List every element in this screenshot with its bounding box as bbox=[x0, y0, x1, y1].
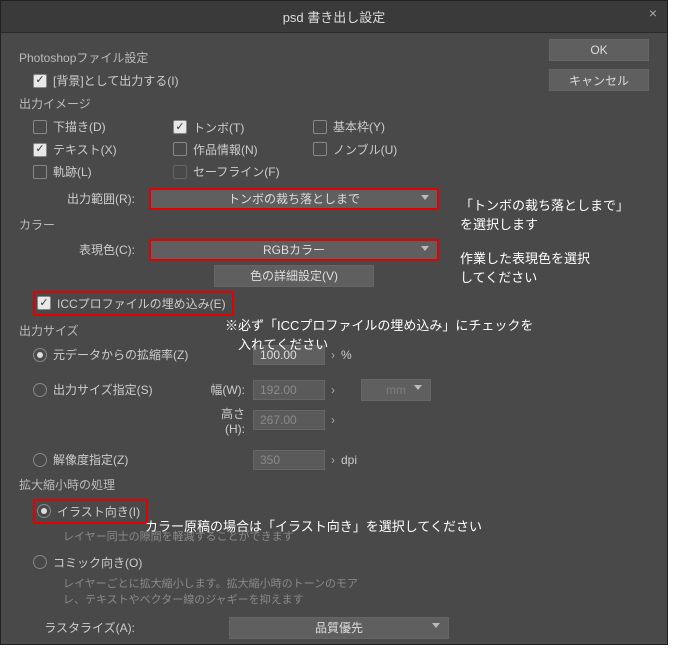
dialog-title: psd 書き出し設定 bbox=[283, 10, 386, 25]
annot-illust: カラー原稿の場合は「イラスト向き」を選択してください bbox=[145, 516, 482, 535]
check-icon bbox=[313, 142, 327, 156]
check-icon bbox=[37, 296, 51, 310]
checkbox-draft[interactable]: 下描き(D) bbox=[33, 118, 106, 135]
color-detail-button[interactable]: 色の詳細設定(V) bbox=[214, 265, 374, 287]
width-field: 192.00 bbox=[253, 380, 325, 400]
checkbox-safeline: セーフライン(F) bbox=[173, 163, 280, 180]
annot-color: 作業した表現色を選択 してください bbox=[460, 248, 590, 286]
checkbox-icc[interactable]: ICCプロファイルの埋め込み(E) bbox=[33, 291, 234, 316]
checkbox-tombo[interactable]: トンボ(T) bbox=[173, 119, 244, 136]
radio-outsize[interactable]: 出力サイズ指定(S) bbox=[33, 381, 203, 398]
annot-range: 「トンボの裁ち落としまで」 を選択します bbox=[460, 195, 629, 233]
dropdown-rasterize[interactable]: 品質優先 bbox=[229, 617, 449, 639]
checkbox-track[interactable]: 軌跡(L) bbox=[33, 163, 92, 180]
label-rep-color: 表現色(C): bbox=[19, 241, 149, 258]
comic-caption: レイヤーごとに拡大縮小します。拡大縮小時のトーンのモアレ、テキストやベクター線の… bbox=[63, 575, 363, 607]
dropdown-unit[interactable]: mm bbox=[361, 379, 431, 401]
chevron-down-icon bbox=[421, 246, 429, 251]
chevron-down-icon bbox=[414, 385, 422, 390]
checkbox-nombre[interactable]: ノンブル(U) bbox=[313, 141, 397, 158]
close-icon[interactable]: × bbox=[649, 5, 657, 21]
label-rasterize: ラスタライズ(A): bbox=[19, 619, 149, 636]
checkbox-text[interactable]: テキスト(X) bbox=[33, 141, 117, 158]
chevron-right-icon: › bbox=[331, 413, 335, 427]
radio-icon bbox=[33, 348, 47, 362]
dropdown-rep-color[interactable]: RGBカラー bbox=[149, 239, 439, 261]
group-scale-proc: 拡大縮小時の処理 bbox=[19, 476, 649, 493]
chevron-down-icon bbox=[421, 195, 429, 200]
checkbox-workinfo[interactable]: 作品情報(N) bbox=[173, 141, 258, 158]
group-psfile: Photoshopファイル設定 bbox=[19, 49, 649, 66]
radio-comic[interactable]: コミック向き(O) bbox=[33, 554, 142, 571]
radio-icon bbox=[37, 504, 51, 518]
radio-icon bbox=[33, 453, 47, 467]
check-icon bbox=[33, 143, 47, 157]
check-icon bbox=[313, 120, 327, 134]
checkbox-baseframe[interactable]: 基本枠(Y) bbox=[313, 118, 385, 135]
radio-resolution[interactable]: 解像度指定(Z) bbox=[33, 451, 253, 468]
check-icon bbox=[173, 120, 187, 134]
radio-illust[interactable]: イラスト向き(I) bbox=[33, 499, 148, 524]
height-field: 267.00 bbox=[253, 410, 325, 430]
annot-icc: ※必ず「ICCプロファイルの埋め込み」にチェックを 入れてください bbox=[225, 315, 533, 353]
check-icon bbox=[33, 74, 47, 88]
checkbox-bg-export[interactable]: [背景]として出力する(I) bbox=[33, 72, 179, 89]
chevron-right-icon: › bbox=[331, 383, 335, 397]
check-icon bbox=[173, 165, 187, 179]
radio-icon bbox=[33, 383, 47, 397]
resolution-field: 350 bbox=[253, 450, 325, 470]
chevron-down-icon bbox=[432, 623, 440, 628]
check-icon bbox=[33, 120, 47, 134]
label-export-range: 出力範囲(R): bbox=[19, 190, 149, 207]
dropdown-export-range[interactable]: トンボの裁ち落としまで bbox=[149, 188, 439, 210]
check-icon bbox=[173, 142, 187, 156]
chevron-right-icon: › bbox=[331, 453, 335, 467]
check-icon bbox=[33, 165, 47, 179]
radio-icon bbox=[33, 555, 47, 569]
group-export-image: 出力イメージ bbox=[19, 95, 649, 112]
titlebar: psd 書き出し設定 × bbox=[1, 1, 667, 33]
radio-ratio[interactable]: 元データからの拡縮率(Z) bbox=[33, 346, 253, 363]
